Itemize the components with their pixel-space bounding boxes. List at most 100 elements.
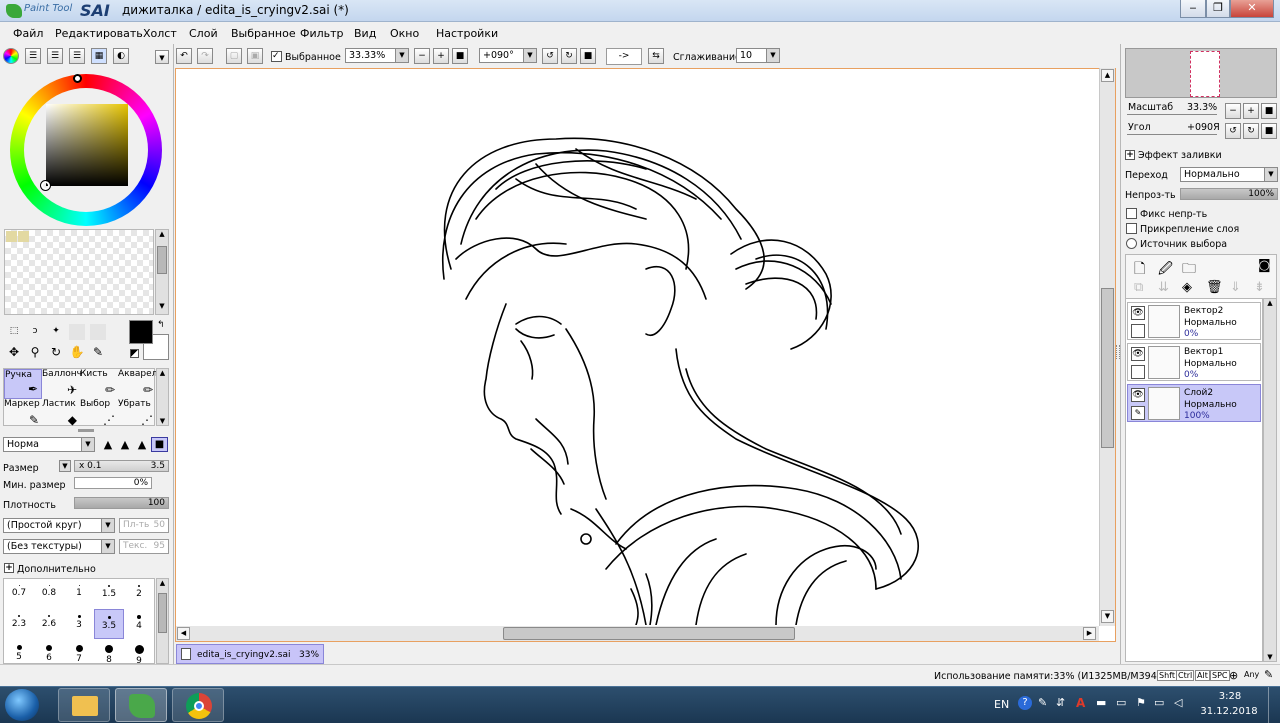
swap-colors-icon[interactable]: ↰ bbox=[157, 320, 165, 330]
rotate-icon[interactable]: ↻ bbox=[48, 345, 64, 361]
edge-softest-icon[interactable]: ■ bbox=[151, 437, 168, 452]
hue-handle[interactable] bbox=[73, 74, 82, 83]
flip-button[interactable]: -> bbox=[606, 48, 642, 65]
panel-resize-grip[interactable] bbox=[78, 429, 94, 432]
drawing-canvas[interactable] bbox=[175, 68, 1116, 642]
new-folder-icon[interactable]: 🗀 bbox=[1182, 258, 1196, 282]
taskbar-explorer[interactable] bbox=[58, 688, 110, 722]
volume-icon[interactable]: ◁ bbox=[1174, 696, 1182, 709]
reset-colors-icon[interactable] bbox=[130, 349, 139, 358]
layer-lock-checkbox[interactable] bbox=[1131, 365, 1145, 379]
edge-hard-icon[interactable]: ▲ bbox=[100, 437, 116, 452]
menu-settings[interactable]: Настройки bbox=[436, 27, 498, 40]
size-preset[interactable]: 2 bbox=[124, 579, 154, 609]
rotate-right-icon[interactable]: ↻ bbox=[561, 48, 577, 64]
selected-checkbox[interactable]: ✓ bbox=[271, 51, 282, 62]
copy-layer-icon[interactable]: ⧉ bbox=[1134, 280, 1143, 295]
clear-layer-icon[interactable]: ◈ bbox=[1182, 280, 1192, 295]
brush-shape-select[interactable]: (Простой круг) ▼ bbox=[3, 518, 115, 533]
acrobat-icon[interactable]: A bbox=[1076, 696, 1085, 710]
edge-soft-icon[interactable]: ▲ bbox=[134, 437, 150, 452]
shape-strength-field[interactable]: Пл-ть 50 bbox=[119, 518, 169, 533]
swatch-scrollbar[interactable]: ▲ ▼ bbox=[155, 229, 169, 315]
size-preset[interactable]: 4 bbox=[124, 609, 154, 639]
document-tab[interactable]: edita_is_cryingv2.sai 33% bbox=[176, 644, 324, 664]
network-icon[interactable]: ⇵ bbox=[1056, 696, 1065, 709]
menu-window[interactable]: Окно bbox=[390, 27, 419, 40]
density-slider[interactable]: 100 bbox=[74, 497, 169, 509]
size-mult-dropdown[interactable]: ▼ bbox=[59, 460, 71, 472]
menu-filter[interactable]: Фильтр bbox=[300, 27, 344, 40]
scroll-up-icon[interactable]: ▲ bbox=[1101, 69, 1114, 82]
zoom-reset-icon[interactable]: ■ bbox=[1261, 103, 1277, 119]
visibility-eye-icon[interactable]: 👁 bbox=[1131, 306, 1145, 320]
new-layer-icon[interactable]: 🗋 bbox=[1134, 258, 1145, 282]
size-presets-scrollbar[interactable]: ▲ bbox=[156, 578, 169, 664]
size-preset[interactable]: 0.7 bbox=[4, 579, 34, 609]
clip-layer-checkbox[interactable] bbox=[1126, 223, 1137, 234]
taskbar-chrome[interactable] bbox=[172, 688, 224, 722]
saturation-value-box[interactable] bbox=[46, 104, 128, 186]
scroll-left-icon[interactable]: ◀ bbox=[177, 627, 190, 640]
redo-icon[interactable]: ↷ bbox=[197, 48, 213, 64]
blend-mode-select[interactable]: Нормально ▼ bbox=[1180, 167, 1278, 182]
mixer-icon[interactable]: ☰ bbox=[69, 48, 85, 64]
size-preset[interactable]: 2.6 bbox=[34, 609, 64, 639]
undo-icon[interactable]: ↶ bbox=[176, 48, 192, 64]
expand-icon[interactable]: + bbox=[1125, 150, 1135, 160]
navigator-preview[interactable] bbox=[1125, 48, 1277, 98]
selection-source-radio[interactable] bbox=[1126, 238, 1137, 249]
tool-marker[interactable]: Маркер ✎ bbox=[4, 399, 42, 429]
tool-select-pen[interactable]: Выбор ⋰ bbox=[80, 399, 118, 429]
deselect-icon[interactable]: ▢ bbox=[226, 48, 242, 64]
taskbar-paint-tool-sai[interactable] bbox=[115, 688, 167, 722]
flag-icon[interactable]: ⚑ bbox=[1136, 696, 1146, 709]
zoom-in-icon[interactable]: + bbox=[433, 48, 449, 64]
brush-mode-select[interactable]: Норма ▼ bbox=[3, 437, 95, 452]
panel-menu-icon[interactable]: ▼ bbox=[155, 50, 169, 64]
monitor-icon[interactable]: ▭ bbox=[1116, 696, 1126, 709]
tool-airbrush[interactable]: Баллонч ✈ bbox=[42, 369, 82, 399]
scroll-down-icon[interactable]: ▼ bbox=[1101, 610, 1114, 623]
merge-all-icon[interactable]: ⇟ bbox=[1254, 280, 1265, 295]
eyedropper-icon[interactable]: ✎ bbox=[90, 345, 106, 361]
angle-slider[interactable] bbox=[1127, 134, 1217, 135]
vertical-scroll-thumb[interactable] bbox=[1101, 288, 1114, 448]
edge-medium-icon[interactable]: ▲ bbox=[117, 437, 133, 452]
start-button[interactable] bbox=[5, 689, 39, 721]
visibility-eye-icon[interactable]: 👁 bbox=[1131, 388, 1145, 402]
visibility-eye-icon[interactable]: 👁 bbox=[1131, 347, 1145, 361]
rgb-sliders-icon[interactable]: ☰ bbox=[25, 48, 41, 64]
rotate-left-icon[interactable]: ↺ bbox=[542, 48, 558, 64]
clock-time[interactable]: 3:28 bbox=[1210, 691, 1250, 702]
size-preset[interactable]: 1 bbox=[64, 579, 94, 609]
size-preset[interactable]: 3 bbox=[64, 609, 94, 639]
zoom-select[interactable]: 33.33% ▼ bbox=[345, 48, 409, 63]
delete-layer-icon[interactable]: 🗑 bbox=[1206, 280, 1223, 295]
tool-pen[interactable]: Ручка ✒ bbox=[4, 369, 42, 399]
swatches-icon[interactable]: ▦ bbox=[91, 48, 107, 64]
invert-selection-icon[interactable]: ▣ bbox=[247, 48, 263, 64]
usb-icon[interactable]: ▬ bbox=[1096, 696, 1106, 709]
scratchpad-icon[interactable]: ◐ bbox=[113, 48, 129, 64]
swatch[interactable] bbox=[18, 231, 29, 242]
rotate-right-icon[interactable]: ↻ bbox=[1243, 123, 1259, 139]
new-vector-layer-icon[interactable]: 🖉 bbox=[1158, 258, 1173, 282]
layer-list-scrollbar[interactable]: ▲ ▼ bbox=[1263, 298, 1277, 662]
size-preset[interactable]: 0.8 bbox=[34, 579, 64, 609]
menu-selection[interactable]: Выбранное bbox=[231, 27, 296, 40]
language-indicator[interactable]: EN bbox=[994, 698, 1009, 711]
scroll-right-icon[interactable]: ▶ bbox=[1083, 627, 1096, 640]
size-preset[interactable]: 5 bbox=[4, 639, 34, 663]
smoothing-select[interactable]: 10 ▼ bbox=[736, 48, 780, 63]
size-preset[interactable]: 7 bbox=[64, 639, 94, 663]
size-preset[interactable]: 1.5 bbox=[94, 579, 124, 609]
layer-item-vector1[interactable]: 👁 Вектор1 Нормально 0% bbox=[1127, 343, 1261, 381]
display-icon[interactable]: ▭ bbox=[1154, 696, 1164, 709]
menu-file[interactable]: Файл bbox=[13, 27, 43, 40]
texture-strength-field[interactable]: Текс. 95 bbox=[119, 539, 169, 554]
transfer-down-icon[interactable]: ⇊ bbox=[1158, 280, 1169, 295]
canvas-vertical-scrollbar[interactable]: ▲ ▼ bbox=[1099, 68, 1115, 626]
brush-texture-select[interactable]: (Без текстуры) ▼ bbox=[3, 539, 115, 554]
show-desktop-button[interactable] bbox=[1268, 687, 1280, 723]
